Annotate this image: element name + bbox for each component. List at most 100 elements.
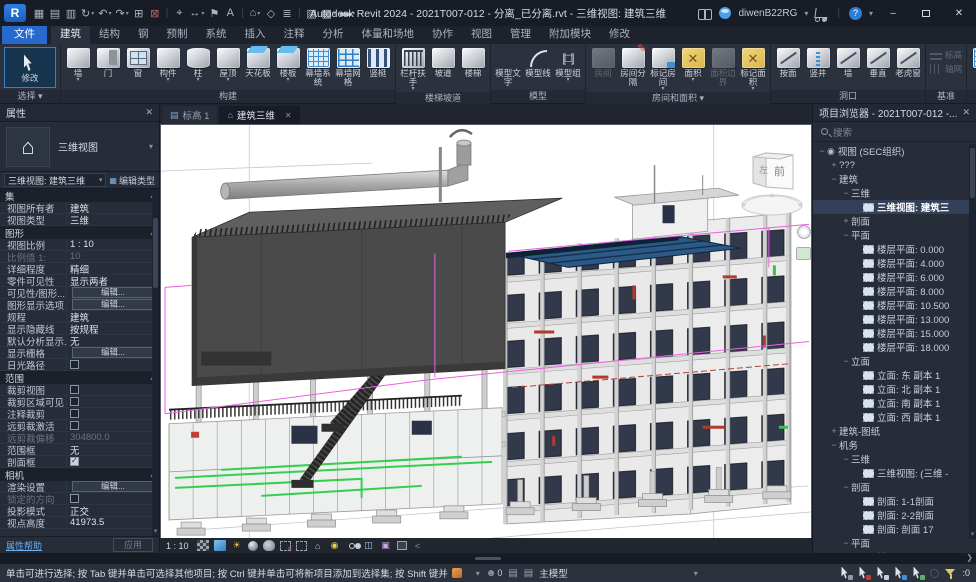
property-value[interactable] xyxy=(66,384,159,395)
checkbox-unchecked[interactable] xyxy=(70,360,79,369)
filter-icon[interactable] xyxy=(945,568,956,579)
show-menu-icon[interactable]: ▦ xyxy=(32,5,46,21)
collapse-icon[interactable]: − xyxy=(841,188,851,198)
design-options-icon[interactable]: ▤ xyxy=(524,568,533,579)
crop-region-icon[interactable] xyxy=(296,541,307,551)
tree-item[interactable]: 楼层平面: 4.000 xyxy=(813,256,976,270)
help-icon[interactable]: ? xyxy=(849,7,862,20)
steering-wheel-icon[interactable] xyxy=(797,225,811,239)
tree-item[interactable]: 三维视图: (三维 - xyxy=(813,466,976,480)
reveal-hidden-icon[interactable]: ◉ xyxy=(329,540,341,551)
checkbox-checked[interactable] xyxy=(70,457,79,466)
collapse-icon[interactable]: < xyxy=(412,540,424,551)
构件-button[interactable]: 构件▾ xyxy=(153,45,183,90)
properties-scrollbar[interactable]: ▾ xyxy=(152,190,159,536)
transfer-icon[interactable]: ⊠ xyxy=(148,5,162,21)
file-tab[interactable]: 文件 xyxy=(2,24,47,44)
ribbon-tab-协作[interactable]: 协作 xyxy=(423,24,462,44)
measure-icon[interactable]: ⌖ xyxy=(172,5,186,21)
按面-button[interactable]: 按面 xyxy=(773,45,803,90)
collapse-icon[interactable]: − xyxy=(841,482,851,492)
tree-item[interactable]: 立面: 东 副本 1 xyxy=(813,368,976,382)
collapse-icon[interactable]: − xyxy=(841,538,851,548)
expand-right-icon[interactable]: ❯ xyxy=(966,553,973,562)
section-集[interactable]: 集▴ xyxy=(0,189,159,202)
undo-icon[interactable]: ↶▾ xyxy=(97,5,112,21)
柱-button[interactable]: 柱▾ xyxy=(183,45,213,90)
worksets-chevron[interactable]: ▾ xyxy=(476,569,480,578)
模型组-button[interactable]: 模型组▾ xyxy=(553,45,583,90)
tree-item[interactable]: 三维视图: 建筑三 xyxy=(813,200,976,214)
标记房间-button[interactable]: 标记房间▾ xyxy=(648,45,678,92)
property-value[interactable]: 正交 xyxy=(66,505,159,516)
select-underlay-icon[interactable] xyxy=(858,567,870,580)
select-by-face-icon[interactable] xyxy=(894,567,906,580)
楼梯-button[interactable]: 楼梯 xyxy=(458,45,488,92)
tree-item[interactable]: 楼层平面: 15.000 xyxy=(813,326,976,340)
property-value[interactable]: 编辑... xyxy=(66,287,159,298)
section-box-icon[interactable] xyxy=(397,541,407,550)
标记面积-button[interactable]: 标记面积▾ xyxy=(738,45,768,92)
save-icon[interactable]: ▥ xyxy=(64,5,78,21)
ribbon-tab-视图[interactable]: 视图 xyxy=(462,24,501,44)
collapse-icon[interactable]: − xyxy=(829,440,839,450)
tree-item[interactable]: −机务 xyxy=(813,438,976,452)
close-button[interactable]: ✕ xyxy=(946,4,972,22)
bottom-splitter[interactable]: ❯ xyxy=(0,553,976,564)
exclude-options-icon[interactable] xyxy=(930,569,939,578)
open-icon[interactable]: ▤ xyxy=(48,5,62,21)
sync-icon[interactable]: ↻▾ xyxy=(80,5,95,21)
panel-label-opening[interactable]: 洞口 xyxy=(771,90,925,103)
property-value[interactable]: 显示两者 xyxy=(66,275,159,286)
worksharing-display-icon[interactable]: ◫ xyxy=(363,540,375,551)
tree-item[interactable]: 楼层平面: 0.000 xyxy=(813,242,976,256)
tree-item[interactable]: −三维 xyxy=(813,452,976,466)
view-tab-close-icon[interactable]: ✕ xyxy=(285,111,292,120)
tree-item[interactable]: +??? xyxy=(813,158,976,172)
tree-item[interactable]: 楼层平面: 6.000 xyxy=(813,270,976,284)
checkbox-unchecked[interactable] xyxy=(70,421,79,430)
设置-button[interactable]: 设置▾ xyxy=(969,45,976,90)
restore-button[interactable] xyxy=(913,4,939,22)
tree-item[interactable]: −平面 xyxy=(813,228,976,242)
ribbon-tab-系统[interactable]: 系统 xyxy=(197,24,236,44)
user-avatar-icon[interactable] xyxy=(719,7,731,19)
collapse-icon[interactable]: − xyxy=(829,174,839,184)
tree-item[interactable]: 剖面: 1-1剖面 xyxy=(813,494,976,508)
property-value[interactable] xyxy=(66,456,159,467)
property-value[interactable]: 41973.5 xyxy=(66,517,159,528)
ribbon-tab-附加模块[interactable]: 附加模块 xyxy=(540,24,600,44)
property-value[interactable]: 1 : 10 xyxy=(66,239,159,250)
窗-button[interactable]: 窗 xyxy=(123,45,153,90)
property-value[interactable]: 三维 xyxy=(66,214,159,225)
crop-view-icon[interactable] xyxy=(280,541,291,551)
section-图形[interactable]: 图形▴ xyxy=(0,226,159,239)
edit-button[interactable]: 编辑... xyxy=(72,299,154,310)
tree-item[interactable]: −立面 xyxy=(813,354,976,368)
view-tab-标高 1[interactable]: ▤标高 1 xyxy=(162,106,217,124)
幕墙网格-button[interactable]: 幕墙网格 xyxy=(333,45,363,90)
user-menu-chevron[interactable]: ▾ xyxy=(804,9,808,18)
view-tab-建筑三维[interactable]: ⌂建筑三维✕ xyxy=(219,106,299,124)
shadows-icon[interactable] xyxy=(248,541,258,551)
panel-label-select[interactable]: 选择 ▾ xyxy=(0,90,60,103)
checkbox-unchecked[interactable] xyxy=(70,385,79,394)
老虎窗-button[interactable]: 老虎窗 xyxy=(893,45,923,90)
tree-item[interactable]: −◉视图 (SEC组织) xyxy=(813,144,976,158)
visual-style-icon[interactable] xyxy=(214,540,226,551)
tree-item[interactable]: −剖面 xyxy=(813,480,976,494)
section-范围[interactable]: 范围▴ xyxy=(0,371,159,384)
modify-button[interactable]: 修改 xyxy=(13,50,47,83)
栏杆扶手-button[interactable]: 栏杆扶手▾ xyxy=(398,45,428,92)
property-value[interactable]: 无 xyxy=(66,444,159,455)
property-value[interactable] xyxy=(66,396,159,407)
redo-icon[interactable]: ↷▾ xyxy=(114,5,129,21)
tree-item[interactable]: 楼层平面: 8.000 xyxy=(813,284,976,298)
垂直-button[interactable]: 垂直 xyxy=(863,45,893,90)
paste-icon[interactable]: ▧ xyxy=(305,5,319,21)
type-selector-chevron[interactable]: ▾ xyxy=(149,142,153,151)
collapse-icon[interactable]: − xyxy=(841,454,851,464)
幕墙系统-button[interactable]: 幕墙系统 xyxy=(303,45,333,90)
ribbon-tab-分析[interactable]: 分析 xyxy=(314,24,353,44)
ribbon-tab-注释[interactable]: 注释 xyxy=(275,24,314,44)
